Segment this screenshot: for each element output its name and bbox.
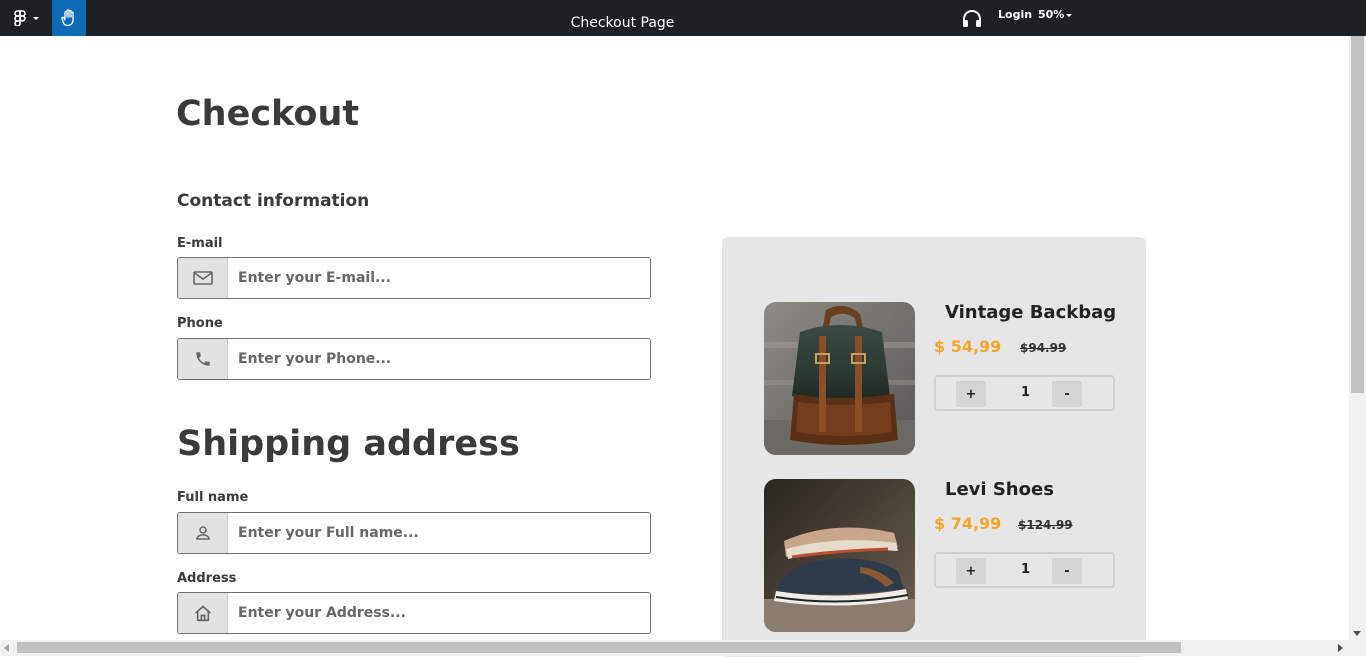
top-toolbar: Checkout Page Login 50% bbox=[0, 0, 1366, 36]
phone-field-group bbox=[177, 338, 651, 380]
address-label: Address bbox=[177, 571, 237, 586]
increment-button[interactable]: + bbox=[956, 558, 986, 584]
email-field-group bbox=[177, 257, 651, 299]
horizontal-scrollbar[interactable] bbox=[0, 640, 1366, 656]
home-icon bbox=[178, 593, 228, 633]
quantity-value: 1 bbox=[1021, 385, 1031, 400]
zoom-value: 50% bbox=[1038, 8, 1065, 21]
mail-icon bbox=[178, 258, 228, 298]
decrement-button[interactable]: - bbox=[1052, 381, 1082, 407]
quantity-stepper: + 1 - bbox=[934, 375, 1115, 411]
vertical-scroll-thumb[interactable] bbox=[1351, 36, 1364, 393]
headphones-icon[interactable] bbox=[961, 9, 983, 32]
phone-label: Phone bbox=[177, 316, 223, 331]
address-field-group bbox=[177, 592, 651, 634]
chevron-down-icon bbox=[1066, 13, 1073, 17]
product-price: $ 54,99 bbox=[934, 337, 1002, 356]
phone-input[interactable] bbox=[228, 339, 650, 379]
increment-button[interactable]: + bbox=[956, 381, 986, 407]
product-name: Vintage Backbag bbox=[945, 302, 1117, 323]
zoom-dropdown[interactable]: 50% bbox=[1038, 8, 1073, 21]
contact-section-heading: Contact information bbox=[177, 191, 370, 211]
login-link[interactable]: Login bbox=[998, 8, 1032, 21]
address-input[interactable] bbox=[228, 593, 650, 633]
quantity-stepper: + 1 - bbox=[934, 552, 1115, 588]
fullname-label: Full name bbox=[177, 490, 249, 505]
email-label: E-mail bbox=[177, 236, 223, 251]
phone-icon bbox=[178, 339, 228, 379]
shipping-section-heading: Shipping address bbox=[177, 424, 520, 464]
decrement-button[interactable]: - bbox=[1052, 558, 1082, 584]
product-name: Levi Shoes bbox=[945, 479, 1054, 500]
fullname-input[interactable] bbox=[228, 513, 650, 553]
person-icon bbox=[178, 513, 228, 553]
scroll-left-arrow-icon[interactable] bbox=[4, 644, 9, 652]
page-title: Checkout bbox=[176, 94, 360, 134]
scroll-down-arrow-icon[interactable] bbox=[1353, 631, 1361, 636]
fullname-field-group bbox=[177, 512, 651, 554]
shoes-image bbox=[764, 479, 915, 632]
backpack-image bbox=[764, 302, 915, 455]
email-input[interactable] bbox=[228, 258, 650, 298]
horizontal-scroll-thumb[interactable] bbox=[17, 642, 1181, 653]
product-old-price: $124.99 bbox=[1018, 518, 1073, 532]
product-price: $ 74,99 bbox=[934, 514, 1002, 533]
quantity-value: 1 bbox=[1021, 562, 1031, 577]
vertical-scrollbar[interactable] bbox=[1349, 36, 1366, 640]
product-old-price: $94.99 bbox=[1020, 341, 1067, 355]
order-summary-panel: Vintage Backbag $ 54,99 $94.99 + 1 - Lev… bbox=[722, 237, 1146, 657]
scroll-right-arrow-icon[interactable] bbox=[1338, 644, 1343, 652]
